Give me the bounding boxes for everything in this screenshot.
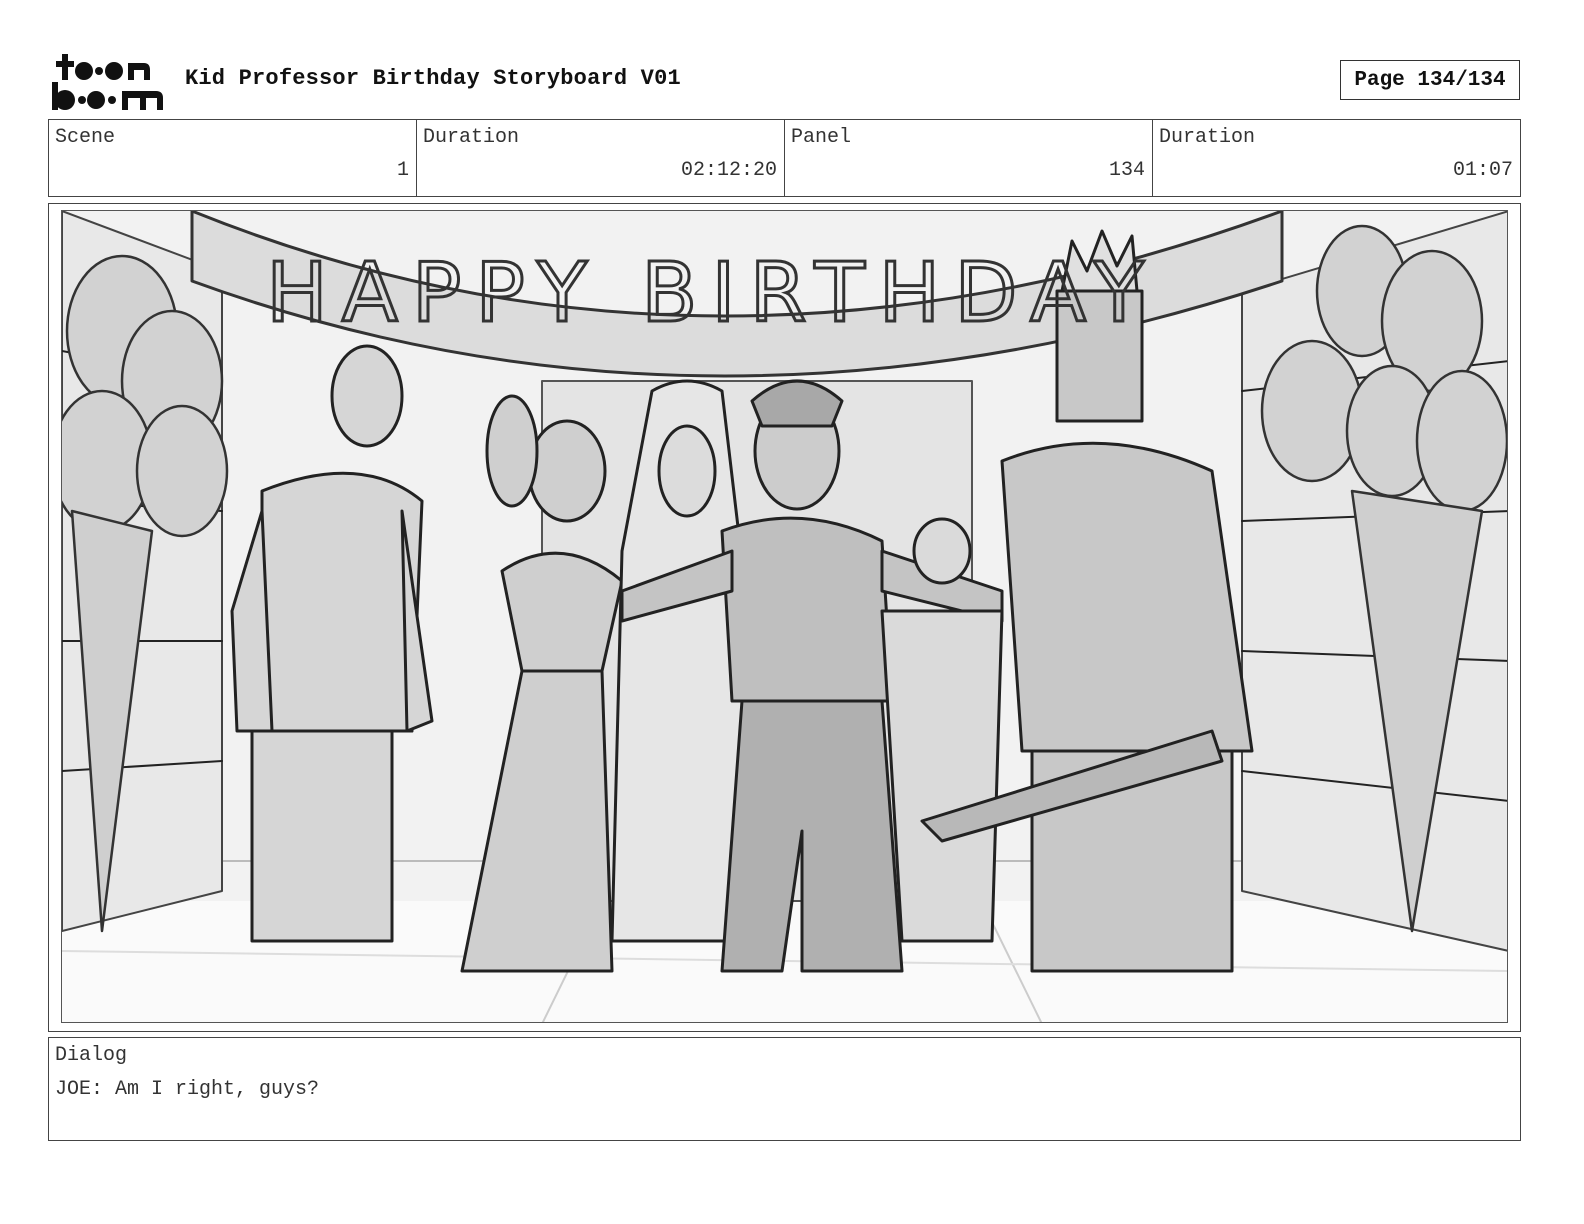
scene-cell: Scene 1: [49, 120, 417, 196]
toon-boom-logo: [52, 52, 164, 112]
dialog-text: JOE: Am I right, guys?: [55, 1078, 320, 1101]
panel-cell: Panel 134: [785, 120, 1153, 196]
dialog-box: Dialog JOE: Am I right, guys?: [48, 1037, 1521, 1141]
panel-duration-cell: Duration 01:07: [1153, 120, 1520, 196]
scene-duration-cell: Duration 02:12:20: [417, 120, 785, 196]
page-indicator: Page 134/134: [1340, 60, 1520, 100]
panel-value: 134: [1108, 159, 1145, 182]
storyboard-panel-frame: HAPPY BIRTHDAY: [48, 203, 1521, 1032]
scene-label: Scene: [55, 126, 116, 149]
storyboard-panel-image: HAPPY BIRTHDAY: [61, 210, 1508, 1023]
scene-value: 1: [396, 159, 409, 182]
panel-duration-value: 01:07: [1452, 159, 1513, 182]
dialog-label: Dialog: [55, 1044, 128, 1067]
document-title: Kid Professor Birthday Storyboard V01: [185, 66, 681, 91]
scene-duration-value: 02:12:20: [680, 159, 777, 182]
scene-duration-label: Duration: [423, 126, 520, 149]
scene-info-row: Scene 1 Duration 02:12:20 Panel 134 Dura…: [48, 119, 1521, 197]
panel-label: Panel: [791, 126, 852, 149]
banner-text: HAPPY BIRTHDAY: [266, 246, 1158, 341]
storyboard-sketch: HAPPY BIRTHDAY: [62, 211, 1507, 1022]
panel-duration-label: Duration: [1159, 126, 1256, 149]
